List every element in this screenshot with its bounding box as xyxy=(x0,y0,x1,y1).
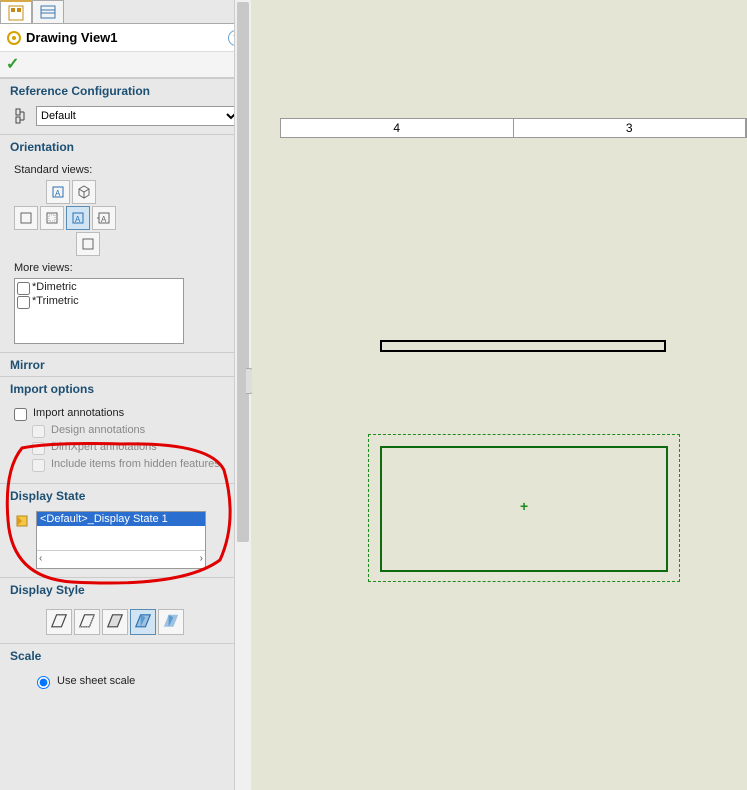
include-hidden-row: Include items from hidden features xyxy=(14,458,240,472)
display-state-body: <Default>_Display State 1 ‹› xyxy=(0,507,250,577)
ruler-cell: 4 xyxy=(281,119,514,137)
more-views-list[interactable]: *Dimetric *Trimetric xyxy=(14,278,184,344)
view-left[interactable] xyxy=(14,206,38,230)
display-state-list[interactable]: <Default>_Display State 1 ‹› xyxy=(36,511,206,569)
include-hidden-checkbox xyxy=(32,459,45,472)
reference-config-select[interactable]: Default xyxy=(36,106,240,126)
view-front[interactable]: A xyxy=(66,206,90,230)
more-views-label: More views: xyxy=(14,262,240,274)
section-import-options[interactable]: Import options xyxy=(0,376,250,400)
drawing-geometry-rect[interactable] xyxy=(380,340,666,352)
more-view-checkbox[interactable] xyxy=(17,282,30,295)
section-label: Mirror xyxy=(10,358,45,372)
drawing-canvas[interactable]: 4 3 + xyxy=(252,0,747,790)
config-icon xyxy=(14,108,30,124)
display-state-scrollbar[interactable]: ‹› xyxy=(37,550,205,566)
display-state-icon xyxy=(14,513,30,529)
center-crosshair-icon: + xyxy=(520,498,528,514)
view-top[interactable]: A xyxy=(46,180,70,204)
display-state-item[interactable]: <Default>_Display State 1 xyxy=(37,512,205,526)
section-label: Orientation xyxy=(10,140,74,154)
design-annotations-row: Design annotations xyxy=(14,424,240,438)
style-shaded-edges[interactable] xyxy=(130,609,156,635)
section-display-state[interactable]: Display State xyxy=(0,483,250,507)
section-label: Scale xyxy=(10,649,41,663)
section-scale[interactable]: Scale xyxy=(0,643,250,667)
panel-title: Drawing View1 xyxy=(26,30,228,45)
dimxpert-annotations-row: DimXpert annotations xyxy=(14,441,240,455)
scroll-thumb[interactable] xyxy=(237,2,249,542)
orientation-body: Standard views: A A A More views: *Dimet… xyxy=(0,158,250,352)
view-right[interactable]: A xyxy=(92,206,116,230)
scale-body: Use sheet scale xyxy=(0,667,250,699)
more-view-item-trimetric[interactable]: *Trimetric xyxy=(17,295,181,309)
tab-feature-manager[interactable] xyxy=(0,0,32,23)
view-isometric[interactable] xyxy=(72,180,96,204)
style-shaded[interactable] xyxy=(158,609,184,635)
use-sheet-scale-row[interactable]: Use sheet scale xyxy=(32,673,240,689)
panel-tabstrip xyxy=(0,0,250,24)
view-back[interactable] xyxy=(40,206,64,230)
ruler-cell: 3 xyxy=(514,119,747,137)
section-label: Import options xyxy=(10,382,94,396)
tab-property-manager[interactable] xyxy=(32,0,64,23)
panel-title-row: Drawing View1 ? xyxy=(0,24,250,52)
dimxpert-annotations-checkbox xyxy=(32,442,45,455)
svg-text:A: A xyxy=(75,215,81,224)
section-display-style[interactable]: Display Style xyxy=(0,577,250,601)
property-panel: Drawing View1 ? ✓ Reference Configuratio… xyxy=(0,0,251,790)
more-view-checkbox[interactable] xyxy=(17,296,30,309)
section-label: Display Style xyxy=(10,583,85,597)
svg-text:A: A xyxy=(101,215,107,224)
style-hidden-removed[interactable] xyxy=(102,609,128,635)
drawing-view-icon xyxy=(6,30,22,46)
reference-configuration-body: Default xyxy=(0,102,250,134)
confirm-row: ✓ xyxy=(0,52,250,78)
section-label: Display State xyxy=(10,489,85,503)
view-bottom[interactable] xyxy=(76,232,100,256)
section-reference-configuration[interactable]: Reference Configuration xyxy=(0,78,250,102)
section-mirror[interactable]: Mirror xyxy=(0,352,250,376)
ok-checkmark-icon[interactable]: ✓ xyxy=(6,56,19,73)
section-orientation[interactable]: Orientation xyxy=(0,134,250,158)
display-style-body xyxy=(0,601,250,643)
use-sheet-scale-radio[interactable] xyxy=(37,676,50,689)
panel-scrollbar[interactable] xyxy=(234,0,251,790)
horizontal-ruler: 4 3 xyxy=(280,118,747,138)
svg-text:A: A xyxy=(55,189,61,198)
import-annotations-checkbox[interactable] xyxy=(14,408,27,421)
section-label: Reference Configuration xyxy=(10,84,150,98)
import-options-body: Import annotations Design annotations Di… xyxy=(0,400,250,483)
more-view-item-dimetric[interactable]: *Dimetric xyxy=(17,281,181,295)
standard-views-label: Standard views: xyxy=(14,164,240,176)
import-annotations-row[interactable]: Import annotations xyxy=(14,407,240,421)
style-hidden-visible[interactable] xyxy=(74,609,100,635)
design-annotations-checkbox xyxy=(32,425,45,438)
style-wireframe[interactable] xyxy=(46,609,72,635)
